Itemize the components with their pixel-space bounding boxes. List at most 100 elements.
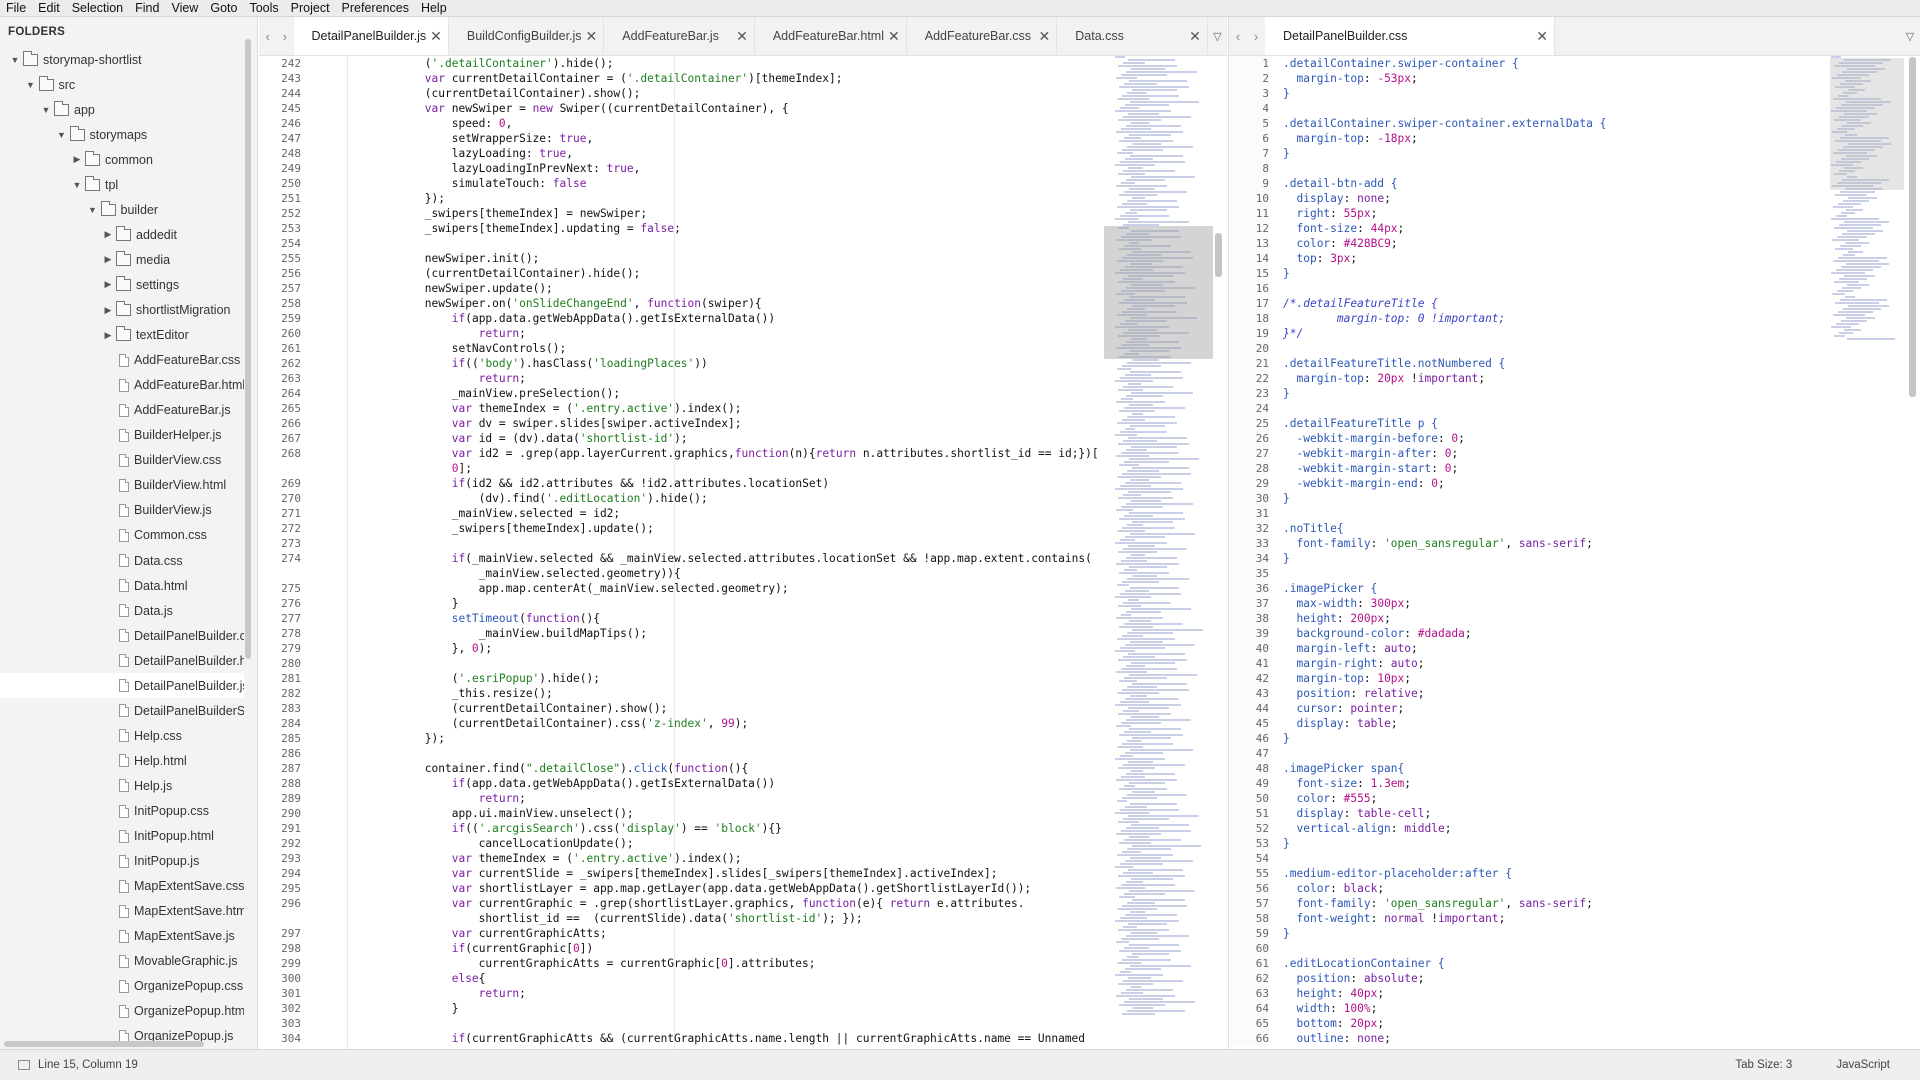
minimap-viewport[interactable] xyxy=(1104,226,1213,359)
tree-file[interactable]: AddFeatureBar.html xyxy=(0,373,244,398)
tree-file[interactable]: BuilderView.css xyxy=(0,448,244,473)
tree-folder[interactable]: ▶ settings xyxy=(0,272,244,297)
tab-size[interactable]: Tab Size: 3 xyxy=(1735,1059,1792,1071)
tree-file[interactable]: Help.js xyxy=(0,773,244,798)
tab-right-arrow-icon[interactable]: › xyxy=(1247,17,1265,55)
tab-overflow-chevron-icon[interactable]: ▽ xyxy=(1900,17,1920,55)
caret-down-icon[interactable]: ▼ xyxy=(71,180,83,190)
tree-file[interactable]: DetailPanelBuilderSlide xyxy=(0,698,244,723)
sidebar-scrollbar[interactable] xyxy=(245,39,251,659)
tree-file[interactable]: MapExtentSave.html xyxy=(0,899,244,924)
tree-file[interactable]: Data.html xyxy=(0,573,244,598)
caret-down-icon[interactable]: ▼ xyxy=(56,130,68,140)
minimap-line xyxy=(1116,833,1161,835)
menu-help[interactable]: Help xyxy=(415,0,453,17)
tree-file[interactable]: Help.html xyxy=(0,748,244,773)
menu-goto[interactable]: Goto xyxy=(204,0,243,17)
left-vertical-scrollbar[interactable] xyxy=(1215,233,1222,277)
tab-detailpanelbuilder-css[interactable]: DetailPanelBuilder.css ✕ xyxy=(1265,17,1555,55)
tab-buildconfigbuilder-js[interactable]: BuildConfigBuilder.js ✕ xyxy=(449,17,605,55)
tree-folder[interactable]: ▼ src xyxy=(0,72,244,97)
left-minimap[interactable] xyxy=(1115,56,1211,1049)
tab-right-arrow-icon[interactable]: › xyxy=(276,17,293,55)
tree-folder[interactable]: ▼ app xyxy=(0,97,244,122)
menu-selection[interactable]: Selection xyxy=(66,0,129,17)
tree-folder[interactable]: ▼ tpl xyxy=(0,172,244,197)
caret-right-icon[interactable]: ▶ xyxy=(102,254,114,265)
tree-file[interactable]: DetailPanelBuilder.css xyxy=(0,623,244,648)
minimap-line xyxy=(1131,932,1157,934)
tree-file[interactable]: Help.css xyxy=(0,723,244,748)
close-tab-icon[interactable]: ✕ xyxy=(430,28,442,45)
tree-file[interactable]: MovableGraphic.js xyxy=(0,949,244,974)
caret-right-icon[interactable]: ▶ xyxy=(102,279,114,290)
caret-right-icon[interactable]: ▶ xyxy=(102,330,114,341)
syntax-mode[interactable]: JavaScript xyxy=(1836,1059,1890,1071)
tree-label: app xyxy=(74,102,95,117)
tree-folder[interactable]: ▶ shortlistMigration xyxy=(0,298,244,323)
tree-file[interactable]: BuilderHelper.js xyxy=(0,423,244,448)
right-vertical-scrollbar[interactable] xyxy=(1909,57,1916,397)
tree-file[interactable]: DetailPanelBuilder.js xyxy=(0,673,244,699)
menu-tools[interactable]: Tools xyxy=(243,0,284,17)
tree-file[interactable]: BuilderView.html xyxy=(0,473,244,498)
menu-edit[interactable]: Edit xyxy=(32,0,66,17)
minimap-line xyxy=(1132,143,1161,145)
close-tab-icon[interactable]: ✕ xyxy=(1189,28,1201,45)
tree-folder[interactable]: ▶ media xyxy=(0,247,244,272)
close-tab-icon[interactable]: ✕ xyxy=(1039,28,1051,45)
minimap-viewport[interactable] xyxy=(1830,58,1904,190)
caret-right-icon[interactable]: ▶ xyxy=(102,229,114,240)
tab-addfeaturebar-html[interactable]: AddFeatureBar.html ✕ xyxy=(755,17,907,55)
tree-file[interactable]: AddFeatureBar.css xyxy=(0,348,244,373)
tab-left-arrow-icon[interactable]: ‹ xyxy=(259,17,276,55)
menu-file[interactable]: File xyxy=(0,0,32,17)
caret-right-icon[interactable]: ▶ xyxy=(102,305,114,316)
menu-project[interactable]: Project xyxy=(285,0,336,17)
tree-file[interactable]: AddFeatureBar.js xyxy=(0,398,244,423)
tab-overflow-chevron-icon[interactable]: ▽ xyxy=(1208,17,1227,55)
close-tab-icon[interactable]: ✕ xyxy=(586,28,598,45)
tree-file[interactable]: Data.js xyxy=(0,598,244,623)
caret-down-icon[interactable]: ▼ xyxy=(9,55,21,65)
tree-file[interactable]: InitPopup.html xyxy=(0,824,244,849)
caret-down-icon[interactable]: ▼ xyxy=(40,105,52,115)
tab-addfeaturebar-css[interactable]: AddFeatureBar.css ✕ xyxy=(907,17,1058,55)
tab-data-css[interactable]: Data.css ✕ xyxy=(1057,17,1208,55)
menu-preferences[interactable]: Preferences xyxy=(336,0,415,17)
tree-folder[interactable]: ▼ builder xyxy=(0,197,244,222)
tree-file[interactable]: InitPopup.js xyxy=(0,849,244,874)
tree-folder[interactable]: ▼ storymaps xyxy=(0,122,244,147)
tab-addfeaturebar-js[interactable]: AddFeatureBar.js ✕ xyxy=(604,17,755,55)
line-number: 28 xyxy=(1255,462,1269,475)
caret-right-icon[interactable]: ▶ xyxy=(71,154,83,165)
left-code-area[interactable]: ('.detailContainer').hide(); var current… xyxy=(317,56,1157,1046)
tree-file[interactable]: MapExtentSave.js xyxy=(0,924,244,949)
caret-down-icon[interactable]: ▼ xyxy=(25,80,37,90)
sidebar-horizontal-scrollbar[interactable] xyxy=(4,1041,204,1047)
menu-find[interactable]: Find xyxy=(129,0,165,17)
tab-detailpanelbuilder-js[interactable]: DetailPanelBuilder.js ✕ xyxy=(293,17,449,55)
right-code-area[interactable]: .detailContainer.swiper-container { marg… xyxy=(1283,56,1843,1046)
tree-file[interactable]: OrganizePopup.css xyxy=(0,974,244,999)
close-tab-icon[interactable]: ✕ xyxy=(888,28,900,45)
tree-file[interactable]: DetailPanelBuilder.html xyxy=(0,648,244,673)
tree-file[interactable]: Data.css xyxy=(0,548,244,573)
tree-file[interactable]: OrganizePopup.html xyxy=(0,999,244,1024)
tree-file[interactable]: BuilderView.js xyxy=(0,498,244,523)
tree-file[interactable]: Common.css xyxy=(0,523,244,548)
tab-left-arrow-icon[interactable]: ‹ xyxy=(1229,17,1247,55)
caret-down-icon[interactable]: ▼ xyxy=(87,205,99,215)
tree-folder[interactable]: ▶ addedit xyxy=(0,222,244,247)
tree-file[interactable]: InitPopup.css xyxy=(0,799,244,824)
close-tab-icon[interactable]: ✕ xyxy=(736,28,748,45)
minimap-line xyxy=(1125,806,1147,808)
line-number: 61 xyxy=(1255,957,1269,970)
tree-file[interactable]: MapExtentSave.css xyxy=(0,874,244,899)
panel-toggle-icon[interactable] xyxy=(18,1060,30,1070)
close-tab-icon[interactable]: ✕ xyxy=(1536,28,1548,45)
tree-folder[interactable]: ▶ common xyxy=(0,147,244,172)
menu-view[interactable]: View xyxy=(165,0,204,17)
tree-folder[interactable]: ▶ textEditor xyxy=(0,323,244,348)
tree-folder[interactable]: ▼ storymap-shortlist xyxy=(0,47,244,72)
